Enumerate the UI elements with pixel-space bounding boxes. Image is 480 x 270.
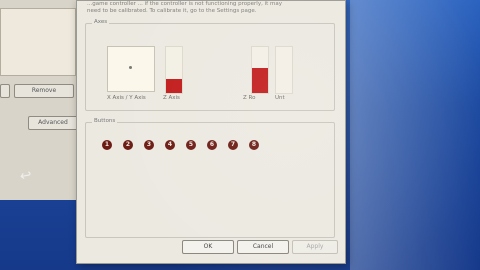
- z-rotation-fill: [252, 67, 268, 93]
- z-rotation-bar: [251, 46, 269, 94]
- buttons-legend: Buttons: [92, 118, 118, 124]
- joystick-button-7: 7: [228, 140, 238, 150]
- axes-legend: Axes: [92, 19, 110, 25]
- instructions-line-1: ...game controller ... if the controller…: [87, 1, 282, 7]
- background-panel: [0, 8, 76, 76]
- z-axis-label: Z Axis: [163, 95, 180, 101]
- remove-button[interactable]: Remove: [14, 84, 74, 98]
- advanced-button[interactable]: Advanced: [28, 116, 78, 130]
- joystick-button-6: 6: [207, 140, 217, 150]
- joystick-button-3: 3: [144, 140, 154, 150]
- u-axis-bar: [275, 46, 293, 94]
- cancel-button[interactable]: Cancel: [237, 240, 289, 254]
- joystick-button-1: 1: [102, 140, 112, 150]
- z-axis-bar: [165, 46, 183, 94]
- xy-axis-label: X Axis / Y Axis: [107, 95, 146, 101]
- joystick-button-4: 4: [165, 140, 175, 150]
- u-axis-label: Unt: [275, 95, 285, 101]
- z-rotation-label: Z Ro: [243, 95, 256, 101]
- background-window: Remove Advanced ↩: [0, 0, 87, 200]
- buttons-group: Buttons 1 2 3 4 5 6 7 8: [85, 118, 335, 238]
- xy-crosshair: [129, 66, 132, 69]
- dialog-instructions: ...game controller ... if the controller…: [87, 1, 337, 21]
- joystick-button-8: 8: [249, 140, 259, 150]
- joystick-button-2: 2: [123, 140, 133, 150]
- joystick-button-5: 5: [186, 140, 196, 150]
- game-controller-properties-dialog: ...game controller ... if the controller…: [76, 0, 346, 264]
- desktop-glare: [350, 0, 480, 270]
- background-small-button[interactable]: [0, 84, 10, 98]
- cursor-icon: ↩: [18, 167, 34, 185]
- ok-button[interactable]: OK: [182, 240, 234, 254]
- xy-axis-pad: [107, 46, 155, 92]
- instructions-line-2: need to be calibrated. To calibrate it, …: [87, 8, 257, 14]
- z-axis-fill: [166, 79, 182, 93]
- apply-button[interactable]: Apply: [292, 240, 338, 254]
